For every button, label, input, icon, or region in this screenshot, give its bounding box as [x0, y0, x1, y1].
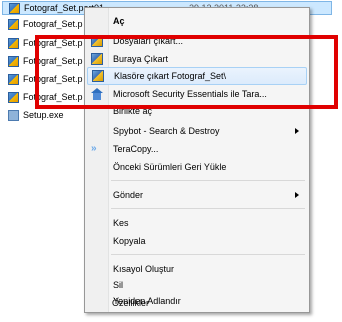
- menu-item-cut[interactable]: Kes: [87, 214, 307, 232]
- teracopy-icon: »: [91, 143, 97, 154]
- chevron-right-icon: [295, 128, 299, 134]
- setup-icon: [8, 109, 19, 121]
- menu-label: Spybot - Search & Destroy: [113, 126, 220, 136]
- menu-item-spybot[interactable]: Spybot - Search & Destroy: [87, 122, 307, 140]
- menu-separator: [111, 254, 305, 255]
- menu-separator: [111, 180, 305, 181]
- menu-label: TeraCopy...: [113, 144, 159, 154]
- menu-item-copy[interactable]: Kopyala: [87, 232, 307, 250]
- archive-icon: [8, 18, 19, 30]
- menu-label: Sil: [113, 280, 124, 290]
- archive-icon: [8, 37, 19, 49]
- menu-label: Gönder: [113, 190, 144, 200]
- archive-icon: [8, 91, 19, 103]
- menu-label: Kes: [113, 218, 129, 228]
- menu-label: Özellikler: [112, 298, 150, 308]
- menu-item-open[interactable]: Aç: [87, 12, 307, 30]
- menu-label: Kısayol Oluştur: [113, 264, 175, 274]
- archive-icon: [8, 73, 19, 85]
- chevron-right-icon: [295, 192, 299, 198]
- red-highlight-annotation: [35, 35, 338, 109]
- menu-separator: [111, 208, 305, 209]
- menu-item-properties[interactable]: Özellikler: [86, 294, 306, 312]
- menu-label: Önceki Sürümleri Geri Yükle: [113, 162, 227, 172]
- menu-item-restore-previous[interactable]: Önceki Sürümleri Geri Yükle: [87, 158, 307, 176]
- file-name: Fotograf_Set.p: [23, 19, 83, 29]
- menu-label: Kopyala: [113, 236, 146, 246]
- file-name: Setup.exe: [23, 110, 64, 120]
- menu-item-teracopy[interactable]: » TeraCopy...: [87, 140, 307, 158]
- archive-icon: [9, 2, 20, 14]
- menu-label: Aç: [113, 16, 125, 26]
- menu-item-send-to[interactable]: Gönder: [87, 186, 307, 204]
- archive-icon: [8, 55, 19, 67]
